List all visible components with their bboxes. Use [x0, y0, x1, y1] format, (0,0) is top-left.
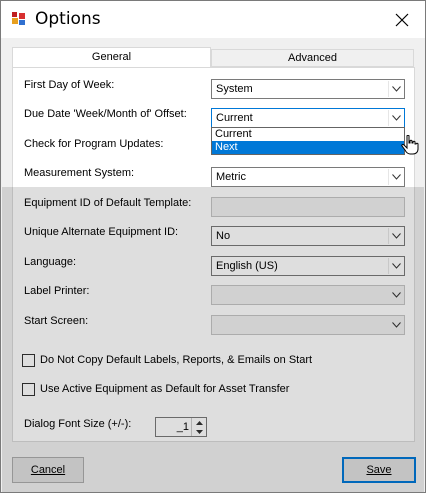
options-app-icon [12, 12, 25, 25]
font-size-value: _1 [176, 421, 189, 433]
chevron-down-icon [388, 317, 403, 333]
font-size-label: Dialog Font Size (+/-): [24, 418, 132, 430]
active-equipment-checkbox[interactable] [22, 383, 35, 396]
due-date-dropdown-list: Current Next [211, 127, 405, 155]
label-printer-label: Label Printer: [24, 285, 90, 297]
equipment-id-label: Equipment ID of Default Template: [24, 197, 192, 209]
stepper-down-button[interactable] [192, 427, 206, 436]
due-date-select[interactable]: Current [211, 108, 405, 128]
tab-control: General Advanced First Day of Week: Syst… [12, 47, 415, 442]
unique-alt-select[interactable]: No [211, 226, 405, 246]
close-button[interactable] [379, 1, 425, 38]
language-label: Language: [24, 256, 76, 268]
first-day-label: First Day of Week: [24, 79, 115, 91]
active-equipment-label: Use Active Equipment as Default for Asse… [40, 383, 290, 395]
chevron-down-icon [388, 110, 403, 126]
first-day-select[interactable]: System [211, 79, 405, 99]
dropdown-option[interactable]: Current [212, 128, 404, 141]
chevron-down-icon [388, 228, 403, 244]
no-copy-checkbox[interactable] [22, 354, 35, 367]
arrow-down-icon [195, 429, 203, 434]
no-copy-label: Do Not Copy Default Labels, Reports, & E… [40, 354, 313, 366]
start-screen-label: Start Screen: [24, 315, 89, 327]
options-dialog: Options General Advanced First Day of We… [0, 0, 426, 493]
chevron-down-icon [388, 81, 403, 97]
tab-general[interactable]: General [12, 47, 211, 68]
measurement-label: Measurement System: [24, 167, 135, 179]
close-icon [395, 13, 409, 26]
measurement-value: Metric [216, 171, 246, 183]
save-button-label: Save [366, 464, 392, 476]
language-value: English (US) [216, 260, 278, 272]
due-date-value: Current [216, 112, 253, 124]
stepper-buttons [191, 418, 206, 436]
measurement-select[interactable]: Metric [211, 167, 405, 187]
chevron-down-icon [388, 258, 403, 274]
hand-cursor-icon [401, 135, 419, 155]
general-panel: First Day of Week: System Due Date 'Week… [12, 67, 415, 442]
chevron-down-icon [388, 169, 403, 185]
language-select[interactable]: English (US) [211, 256, 405, 276]
stepper-up-button[interactable] [192, 418, 206, 427]
arrow-up-icon [195, 420, 203, 425]
font-size-stepper[interactable]: _1 [155, 417, 207, 437]
check-updates-label: Check for Program Updates: [24, 138, 164, 150]
title-bar: Options [1, 1, 425, 38]
equipment-id-field[interactable] [211, 197, 405, 217]
unique-alt-label: Unique Alternate Equipment ID: [24, 226, 179, 238]
cancel-button[interactable]: Cancel [12, 457, 84, 483]
start-screen-select[interactable] [211, 315, 405, 335]
unique-alt-value: No [216, 230, 231, 242]
tab-advanced[interactable]: Advanced [211, 49, 414, 67]
save-button[interactable]: Save [342, 457, 416, 483]
label-printer-select[interactable] [211, 285, 405, 305]
window-title: Options [35, 9, 101, 29]
chevron-down-icon [388, 287, 403, 303]
first-day-value: System [216, 83, 253, 95]
cancel-button-label: Cancel [30, 464, 66, 476]
dropdown-option-selected[interactable]: Next [212, 141, 404, 154]
due-date-label: Due Date 'Week/Month of' Offset: [24, 108, 187, 120]
